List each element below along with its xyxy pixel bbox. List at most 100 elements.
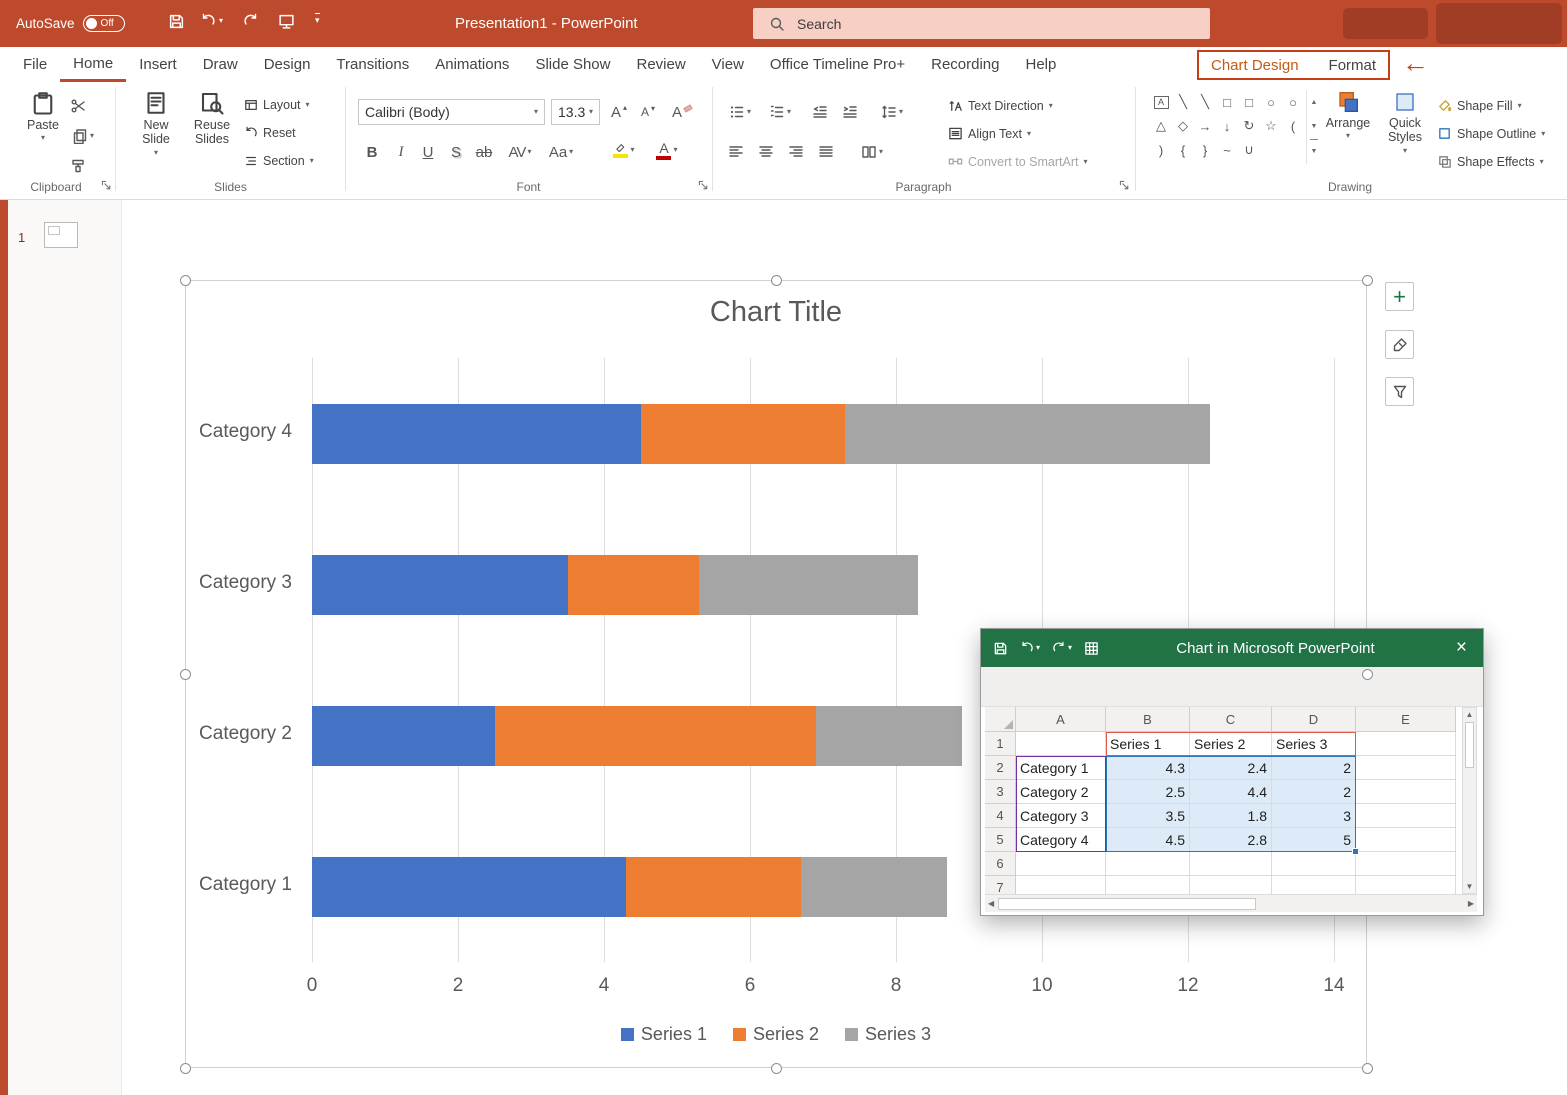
strikethrough-button[interactable]: ab (472, 140, 496, 164)
tab-home[interactable]: Home (60, 47, 126, 82)
cell-C7[interactable] (1190, 876, 1272, 894)
scroll-down-icon[interactable]: ▼ (1466, 882, 1474, 891)
undo-button[interactable]: ▾ (200, 13, 223, 29)
selection-handle[interactable] (1362, 1063, 1373, 1074)
shape-icon[interactable]: ╲ (1201, 94, 1209, 110)
clipboard-dialog-launcher[interactable] (100, 179, 114, 193)
cell-B3[interactable]: 2.5 (1106, 780, 1190, 804)
text-shadow-button[interactable]: S (444, 140, 468, 164)
cell-B2[interactable]: 4.3 (1106, 756, 1190, 780)
cell-D7[interactable] (1272, 876, 1356, 894)
new-slide-button[interactable]: New Slide▾ (132, 90, 180, 157)
excel-save-icon[interactable] (993, 641, 1008, 656)
justify-button[interactable] (814, 140, 838, 164)
quick-styles-button[interactable]: Quick Styles▾ (1382, 90, 1428, 155)
shape-icon[interactable]: ╲ (1179, 94, 1187, 110)
font-size-combo[interactable]: 13.3▾ (551, 99, 600, 125)
bar-segment-series-2[interactable] (568, 555, 699, 615)
tab-view[interactable]: View (699, 47, 757, 82)
align-center-button[interactable] (754, 140, 778, 164)
select-all-corner[interactable] (985, 707, 1016, 732)
autosave-control[interactable]: AutoSave Off (16, 0, 125, 47)
layout-button[interactable]: Layout▾ (244, 98, 310, 112)
gallery-scroll-up-icon[interactable]: ▲ (1307, 90, 1321, 114)
tab-recording[interactable]: Recording (918, 47, 1012, 82)
cell-A7[interactable] (1016, 876, 1106, 894)
row-header-7[interactable]: 7 (985, 876, 1016, 894)
cell-E6[interactable] (1356, 852, 1456, 876)
tab-chart-design[interactable]: Chart Design (1211, 57, 1299, 74)
column-header-a[interactable]: A (1016, 707, 1106, 732)
shape-icon[interactable]: } (1203, 143, 1207, 158)
cell-C3[interactable]: 4.4 (1190, 780, 1272, 804)
shape-icon[interactable]: ○ (1289, 95, 1297, 110)
bar-segment-series-1[interactable] (312, 706, 495, 766)
character-spacing-button[interactable]: AV▾ (502, 140, 538, 164)
shape-icon[interactable]: { (1181, 143, 1185, 158)
align-text-button[interactable]: Align Text▾ (948, 126, 1031, 141)
shapes-gallery[interactable]: A╲╲□□○○△◇→↓↻☆(){}~∪ (1150, 90, 1304, 164)
bar-segment-series-1[interactable] (312, 404, 641, 464)
paragraph-dialog-launcher[interactable] (1118, 179, 1132, 193)
column-header-d[interactable]: D (1272, 707, 1356, 732)
shape-icon[interactable]: ( (1291, 119, 1295, 134)
selection-handle[interactable] (180, 1063, 191, 1074)
shape-icon[interactable]: □ (1223, 95, 1231, 110)
cell-C2[interactable]: 2.4 (1190, 756, 1272, 780)
selection-handle[interactable] (1362, 275, 1373, 286)
row-header-5[interactable]: 5 (985, 828, 1016, 852)
align-left-button[interactable] (724, 140, 748, 164)
tab-help[interactable]: Help (1013, 47, 1070, 82)
change-case-button[interactable]: Aa▾ (544, 140, 578, 164)
bold-button[interactable]: B (360, 140, 384, 164)
cell-D1[interactable]: Series 3 (1272, 732, 1356, 756)
column-header-e[interactable]: E (1356, 707, 1456, 732)
cell-E4[interactable] (1356, 804, 1456, 828)
row-header-3[interactable]: 3 (985, 780, 1016, 804)
chart-filters-button[interactable] (1385, 377, 1414, 406)
bar-segment-series-3[interactable] (699, 555, 918, 615)
row-header-1[interactable]: 1 (985, 732, 1016, 756)
cell-A4[interactable]: Category 3 (1016, 804, 1106, 828)
horizontal-scroll-thumb[interactable] (998, 898, 1256, 910)
cell-B5[interactable]: 4.5 (1106, 828, 1190, 852)
window-controls-area[interactable] (1436, 3, 1562, 44)
shape-icon[interactable]: ◇ (1178, 118, 1188, 134)
font-name-combo[interactable]: Calibri (Body)▾ (358, 99, 545, 125)
format-painter-button[interactable] (66, 154, 90, 178)
section-button[interactable]: Section▾ (244, 154, 314, 168)
cell-D6[interactable] (1272, 852, 1356, 876)
bar-segment-series-1[interactable] (312, 555, 568, 615)
selection-handle[interactable] (771, 275, 782, 286)
tab-slide-show[interactable]: Slide Show (522, 47, 623, 82)
column-header-c[interactable]: C (1190, 707, 1272, 732)
cell-E7[interactable] (1356, 876, 1456, 894)
excel-redo-button[interactable]: ▾ (1052, 641, 1072, 655)
gallery-expand-icon[interactable]: ▼ (1310, 139, 1318, 164)
shape-icon[interactable]: → (1199, 119, 1212, 134)
customize-quick-access-toolbar-button[interactable]: ▾ (315, 13, 320, 25)
cell-A5[interactable]: Category 4 (1016, 828, 1106, 852)
shape-icon[interactable]: ) (1159, 143, 1163, 158)
cell-C6[interactable] (1190, 852, 1272, 876)
cell-E3[interactable] (1356, 780, 1456, 804)
shape-outline-button[interactable]: Shape Outline▾ (1437, 126, 1545, 141)
column-header-b[interactable]: B (1106, 707, 1190, 732)
gallery-scroll-down-icon[interactable]: ▼ (1307, 114, 1321, 138)
tab-design[interactable]: Design (251, 47, 324, 82)
cell-B6[interactable] (1106, 852, 1190, 876)
cell-B7[interactable] (1106, 876, 1190, 894)
chart-title[interactable]: Chart Title (576, 296, 976, 329)
scroll-left-icon[interactable]: ◀ (988, 899, 994, 908)
redo-button[interactable] (243, 13, 259, 29)
copy-button[interactable]: ▾ (66, 124, 100, 148)
legend-item[interactable]: Series 1 (621, 1024, 707, 1045)
cell-A6[interactable] (1016, 852, 1106, 876)
bar-segment-series-3[interactable] (816, 706, 962, 766)
shape-icon[interactable]: ~ (1223, 143, 1231, 158)
bar-segment-series-3[interactable] (801, 857, 947, 917)
shape-icon[interactable]: □ (1245, 95, 1253, 110)
cell-D2[interactable]: 2 (1272, 756, 1356, 780)
excel-data-editor-window[interactable]: ▾ ▾ Chart in Microsoft PowerPoint × ABCD… (980, 628, 1484, 916)
row-header-2[interactable]: 2 (985, 756, 1016, 780)
